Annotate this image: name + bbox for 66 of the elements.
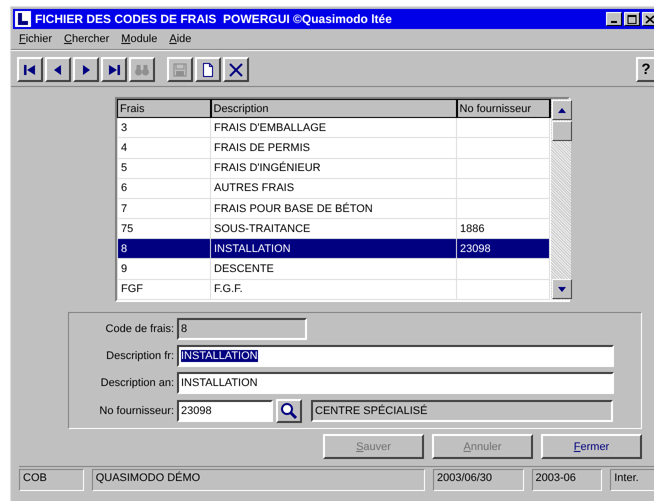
window-title: FICHIER DES CODES DE FRAIS POWERGUI ©Quasimodo ltée — [35, 12, 393, 26]
minimize-icon — [611, 21, 617, 23]
scrollbar[interactable] — [550, 99, 570, 300]
table-cell: AUTRES FRAIS — [214, 182, 294, 194]
table-cell: FRAIS D'INGÉNIEUR — [214, 162, 321, 174]
toolbar-button[interactable] — [73, 57, 99, 82]
table-cell: FRAIS D'EMBALLAGE — [214, 122, 326, 134]
scroll-thumb[interactable] — [552, 121, 572, 141]
table-cell: INSTALLATION — [214, 242, 291, 255]
table-cell: 3 — [121, 122, 128, 134]
field-label: Description an: — [100, 377, 174, 389]
close-icon — [645, 14, 654, 24]
toolbar-button[interactable] — [195, 57, 221, 82]
table-cell: 9 — [121, 263, 128, 276]
field-label: No fournisseur: — [98, 405, 174, 417]
table-cell: 23098 — [460, 242, 491, 255]
table-cell: F.G.F. — [214, 283, 243, 296]
status-cell: Inter. — [610, 469, 654, 491]
status-cell: COB — [19, 469, 84, 491]
table-cell: 6 — [121, 182, 128, 194]
menu-item[interactable]: Fichier — [19, 33, 52, 45]
app-icon — [15, 11, 31, 27]
input-field[interactable]: INSTALLATION — [177, 345, 614, 367]
search-icon — [280, 402, 298, 420]
field-label: Description fr: — [105, 350, 174, 362]
table-cell: 5 — [121, 162, 128, 174]
code-field[interactable]: 8 — [177, 318, 307, 340]
status-cell: 2003-06 — [532, 469, 602, 491]
table-cell: SOUS-TRAITANCE — [214, 222, 310, 235]
scroll-up-button[interactable] — [552, 100, 572, 120]
input-field[interactable]: INSTALLATION — [177, 372, 614, 394]
delete-icon — [227, 62, 245, 78]
column-header[interactable]: No fournisseur — [456, 100, 550, 118]
table-cell: DESCENTE — [214, 263, 274, 276]
table-cell: 1886 — [460, 222, 484, 235]
menu-item[interactable]: Module — [121, 33, 158, 45]
search-button[interactable] — [276, 399, 302, 423]
maximize-button[interactable] — [624, 12, 640, 26]
table-cell: FRAIS DE PERMIS — [214, 142, 310, 154]
table-cell: 4 — [121, 142, 128, 154]
menu-item[interactable]: Chercher — [64, 33, 110, 45]
close-button[interactable] — [642, 12, 654, 26]
down-arrow-icon — [558, 286, 566, 292]
toolbar-button[interactable] — [223, 57, 249, 82]
table-cell: 8 — [121, 242, 128, 255]
toolbar-button[interactable] — [101, 57, 127, 82]
maximize-icon — [627, 14, 637, 24]
table-cell: 75 — [121, 222, 134, 235]
supplier-name-field[interactable]: CENTRE SPÉCIALISÉ — [311, 400, 613, 422]
table-cell: 7 — [121, 202, 128, 215]
column-header[interactable]: Description — [210, 100, 456, 118]
help-button[interactable]: ? — [636, 57, 654, 82]
column-header[interactable]: Frais — [118, 100, 210, 118]
scroll-down-button[interactable] — [552, 279, 572, 299]
minimize-button[interactable] — [606, 12, 622, 26]
menu-item[interactable]: Aide — [169, 33, 192, 45]
table-cell: FGF — [121, 283, 143, 296]
table-cell: FRAIS POUR BASE DE BÉTON — [214, 202, 373, 215]
input-field[interactable]: 23098 — [177, 400, 273, 422]
status-cell: 2003/06/30 — [432, 469, 524, 491]
up-arrow-icon — [558, 108, 566, 112]
toolbar-button[interactable] — [17, 57, 43, 82]
push-button[interactable]: Fermer — [541, 434, 642, 459]
toolbar-button[interactable] — [45, 57, 71, 82]
field-label: Code de frais: — [104, 323, 174, 335]
status-cell: QUASIMODO DÉMO — [92, 469, 425, 491]
